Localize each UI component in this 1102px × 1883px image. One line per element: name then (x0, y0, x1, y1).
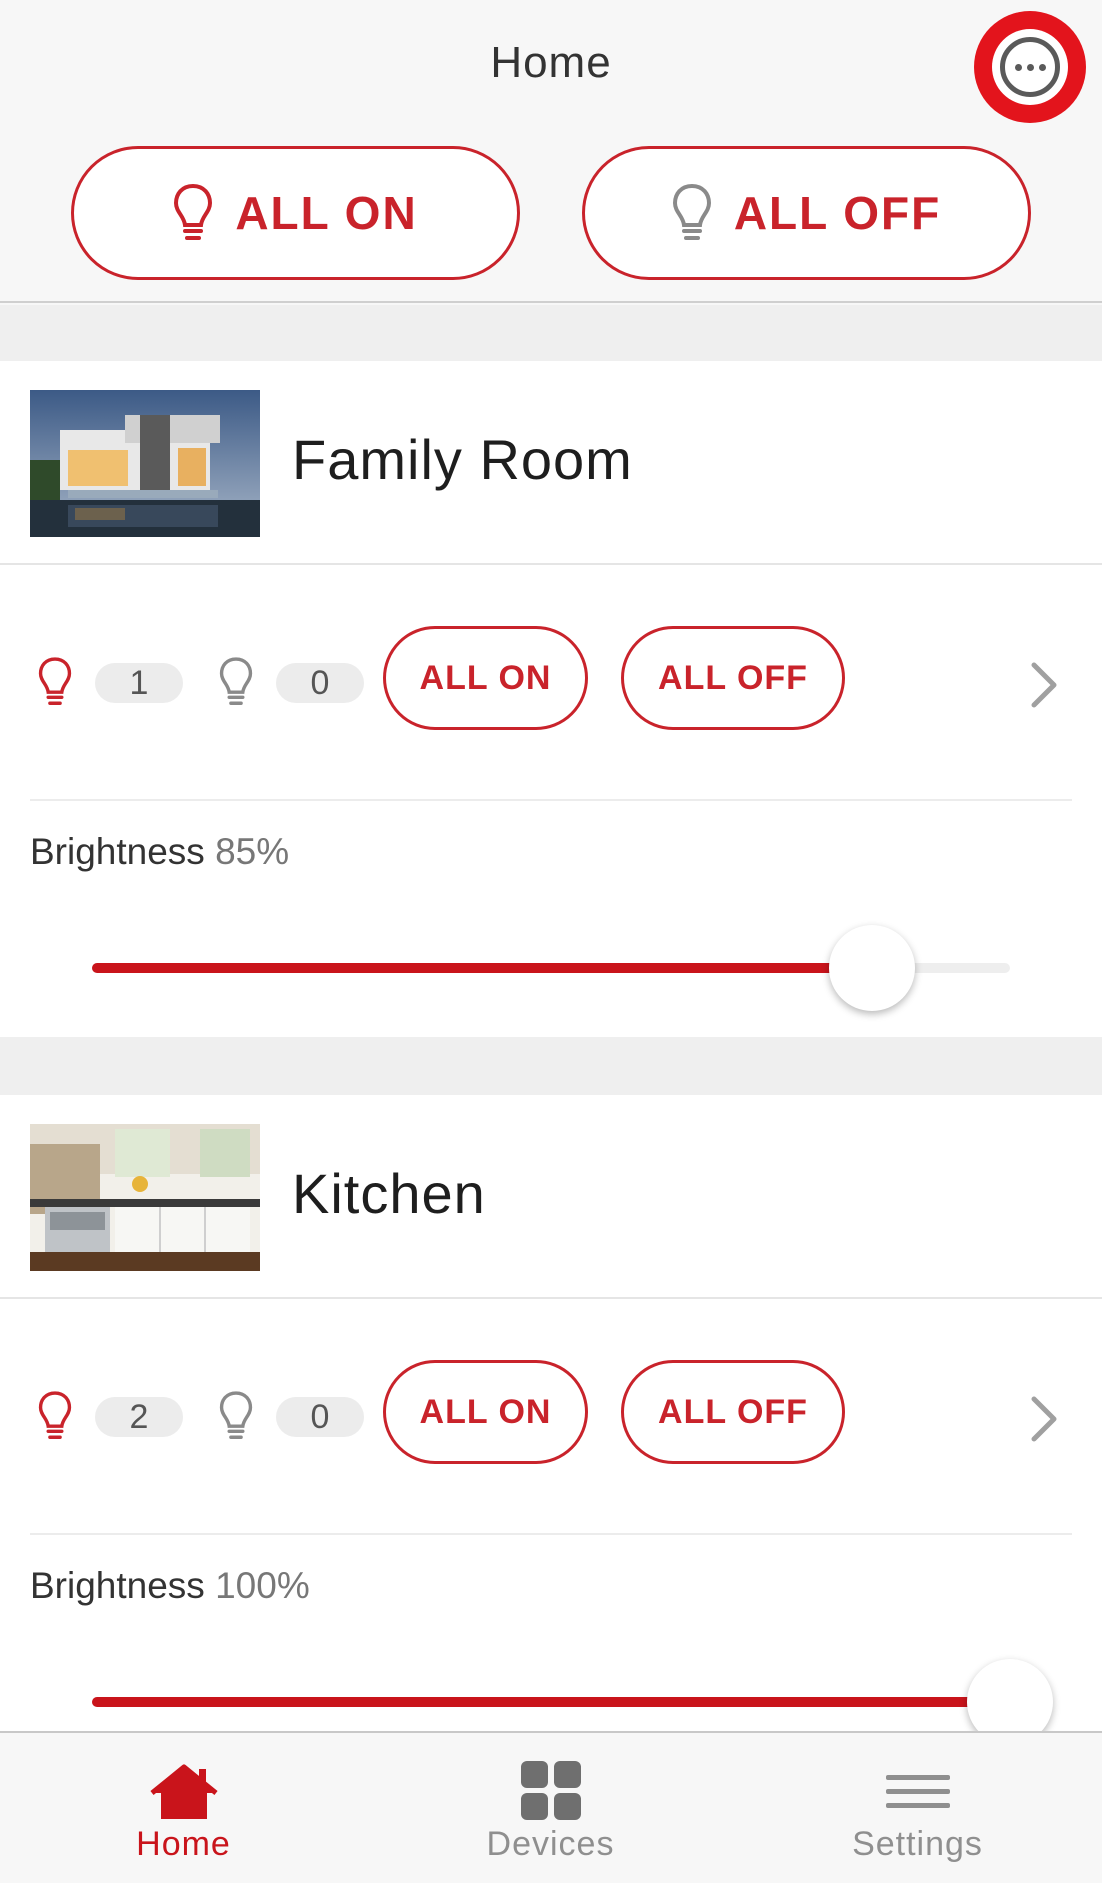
all-on-label: ALL ON (235, 187, 418, 239)
tab-label: Devices (486, 1825, 615, 1863)
room-thumbnail (30, 390, 260, 537)
brightness-value: 85% (215, 831, 290, 872)
header: Home ALL ON ALL OFF (0, 0, 1102, 303)
tab-devices[interactable]: Devices (367, 1733, 734, 1883)
house-icon (149, 1764, 218, 1819)
tab-label: Settings (852, 1825, 983, 1863)
tab-label: Home (136, 1825, 231, 1863)
room-card-kitchen: Kitchen 2 0 ALL ON ALL OFF Brightness 10… (0, 1095, 1102, 1745)
bulb-on-icon (38, 657, 72, 705)
room-all-on-button[interactable]: ALL ON (383, 1360, 588, 1464)
menu-icon (885, 1775, 950, 1808)
room-name: Family Room (292, 428, 633, 491)
bulb-off-icon (219, 1391, 253, 1439)
bulb-on-icon (38, 1391, 72, 1439)
slider-fill (92, 963, 873, 973)
lights-on-count: 1 (95, 663, 183, 703)
room-all-off-button[interactable]: ALL OFF (621, 1360, 845, 1464)
room-divider (30, 799, 1072, 801)
bulb-off-icon (672, 183, 711, 240)
bulb-on-icon (174, 183, 213, 240)
room-all-on-button[interactable]: ALL ON (383, 626, 588, 730)
room-header[interactable]: Kitchen (0, 1095, 1102, 1299)
slider-knob[interactable] (829, 925, 916, 1011)
room-thumbnail (30, 1124, 260, 1271)
chevron-right-icon[interactable] (1024, 1389, 1064, 1449)
room-all-off-button[interactable]: ALL OFF (621, 626, 845, 730)
page-title: Home (490, 38, 612, 87)
brightness-value: 100% (215, 1565, 310, 1606)
tab-home[interactable]: Home (0, 1733, 367, 1883)
section-divider (0, 305, 1102, 361)
room-controls: 2 0 ALL ON ALL OFF (0, 1299, 1102, 1535)
lights-on-count: 2 (95, 1397, 183, 1437)
room-controls: 1 0 ALL ON ALL OFF (0, 565, 1102, 801)
brightness-label: Brightness 85% (30, 831, 290, 872)
all-off-label: ALL OFF (733, 187, 942, 239)
brightness-label: Brightness 100% (30, 1565, 310, 1606)
grid-icon (520, 1761, 581, 1820)
room-divider (30, 1533, 1072, 1535)
lights-off-count: 0 (276, 663, 364, 703)
more-horizontal-icon (1000, 37, 1060, 97)
room-header[interactable]: Family Room (0, 361, 1102, 565)
all-off-button[interactable]: ALL OFF (582, 146, 1031, 280)
room-name: Kitchen (292, 1162, 486, 1225)
slider-fill (92, 1697, 1010, 1707)
bulb-off-icon (219, 657, 253, 705)
section-divider (0, 1037, 1102, 1095)
tab-settings[interactable]: Settings (734, 1733, 1101, 1883)
tab-bar: Home Devices Settings (0, 1731, 1102, 1883)
brightness-slider[interactable] (92, 925, 1010, 1015)
chevron-right-icon[interactable] (1024, 655, 1064, 715)
lights-off-count: 0 (276, 1397, 364, 1437)
more-options-button[interactable] (974, 11, 1086, 123)
all-on-button[interactable]: ALL ON (71, 146, 520, 280)
room-card-family-room: Family Room 1 0 ALL ON ALL OFF Brightnes… (0, 361, 1102, 1037)
